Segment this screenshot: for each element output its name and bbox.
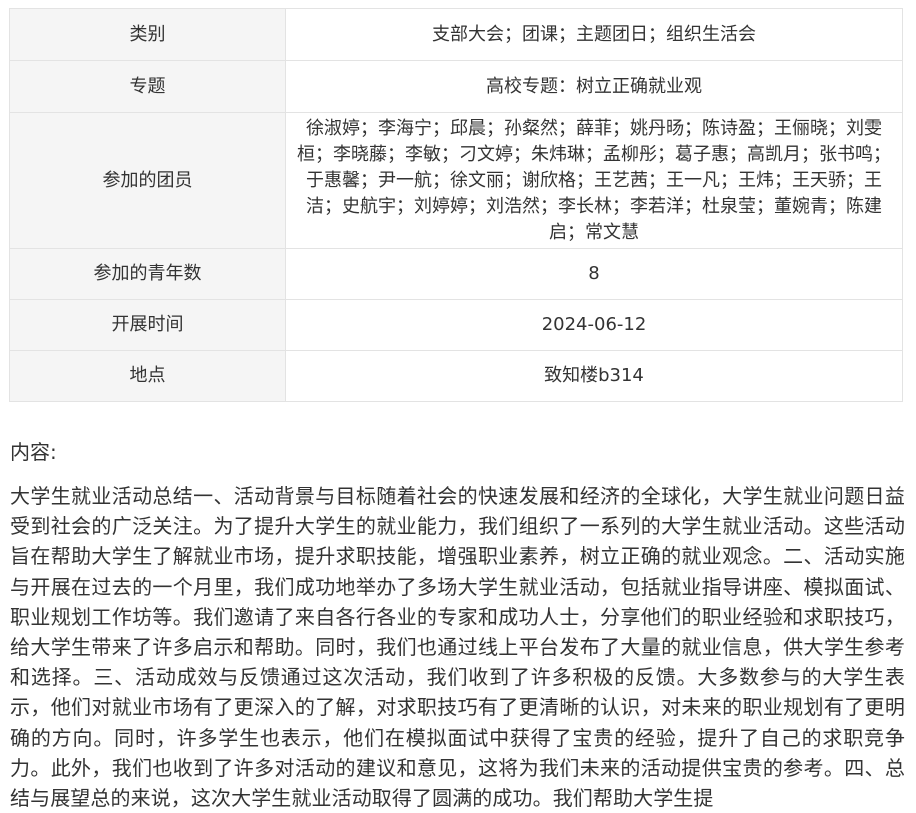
youth-count-value: 8: [285, 248, 903, 300]
table-row-location: 地点 致知楼b314: [9, 350, 903, 402]
content-body-text: 大学生就业活动总结一、活动背景与目标随着社会的快速发展和经济的全球化，大学生就业…: [10, 484, 905, 811]
content-heading: 内容:: [10, 440, 57, 464]
activity-info-table: 类别 支部大会；团课；主题团日；组织生活会 专题 高校专题：树立正确就业观 参加…: [9, 8, 903, 402]
location-value: 致知楼b314: [285, 350, 903, 402]
topic-label: 专题: [9, 60, 286, 113]
category-value: 支部大会；团课；主题团日；组织生活会: [285, 8, 903, 61]
date-value: 2024-06-12: [285, 299, 903, 351]
table-row-youth-count: 参加的青年数 8: [9, 248, 903, 300]
category-label: 类别: [9, 8, 286, 61]
date-label: 开展时间: [9, 299, 286, 351]
table-row-members: 参加的团员 徐淑婷；李海宁；邱晨；孙粲然；薛菲；姚丹旸；陈诗盈；王俪晓；刘雯桓；…: [9, 112, 903, 249]
topic-value: 高校专题：树立正确就业观: [285, 60, 903, 113]
table-row-topic: 专题 高校专题：树立正确就业观: [9, 60, 903, 113]
table-row-category: 类别 支部大会；团课；主题团日；组织生活会: [9, 8, 903, 61]
members-value: 徐淑婷；李海宁；邱晨；孙粲然；薛菲；姚丹旸；陈诗盈；王俪晓；刘雯桓；李晓藤；李敏…: [285, 112, 903, 249]
table-row-date: 开展时间 2024-06-12: [9, 299, 903, 351]
members-label: 参加的团员: [9, 112, 286, 249]
youth-count-label: 参加的青年数: [9, 248, 286, 300]
location-label: 地点: [9, 350, 286, 402]
